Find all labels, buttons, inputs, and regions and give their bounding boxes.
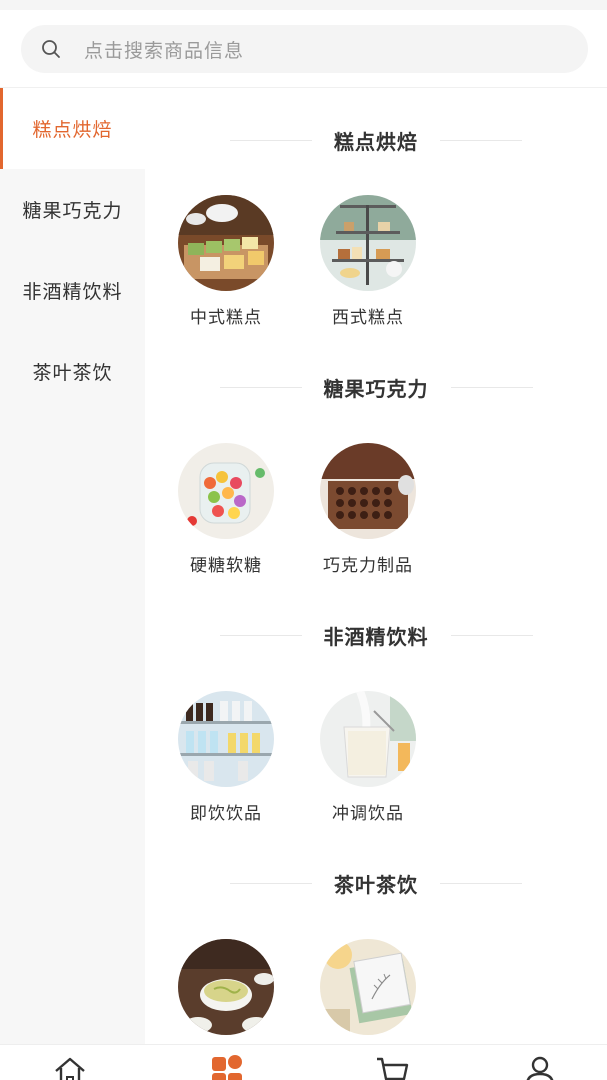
tab-profile[interactable] bbox=[520, 1055, 560, 1080]
section-title-text: 非酒精饮料 bbox=[323, 624, 429, 649]
search-placeholder: 点击搜索商品信息 bbox=[84, 39, 245, 62]
divider bbox=[440, 882, 522, 884]
search-header: 点击搜索商品信息 bbox=[0, 10, 607, 88]
divider bbox=[230, 139, 312, 141]
category-label: 冲调饮品 bbox=[332, 804, 404, 824]
sidebar-item-label: 糖果巧克力 bbox=[22, 200, 123, 222]
user-icon bbox=[523, 1055, 557, 1080]
tab-category[interactable] bbox=[207, 1055, 247, 1080]
sidebar-item-label: 糕点烘焙 bbox=[32, 119, 113, 141]
section-title-soft-drinks: 非酒精饮料 bbox=[145, 620, 607, 650]
sidebar-item-candy-chocolate[interactable]: 糖果巧克力 bbox=[0, 169, 145, 250]
tab-home[interactable] bbox=[50, 1055, 90, 1080]
sidebar-item-soft-drinks[interactable]: 非酒精饮料 bbox=[0, 250, 145, 331]
section-title-bakery: 糕点烘焙 bbox=[145, 125, 607, 155]
section-title-text: 茶叶茶饮 bbox=[334, 872, 418, 897]
candy-image bbox=[178, 443, 274, 539]
category-content: 糕点烘焙 中式糕点 西式糕点 糖果巧克力 硬糖软糖 巧克力制品 非酒精饮料 即饮… bbox=[145, 88, 607, 1044]
ready-drinks-image bbox=[178, 691, 274, 787]
category-tea-bags[interactable] bbox=[308, 939, 428, 1035]
sidebar-item-tea[interactable]: 茶叶茶饮 bbox=[0, 331, 145, 412]
tea-leaves-image bbox=[178, 939, 274, 1035]
category-chinese-pastry[interactable]: 中式糕点 bbox=[166, 195, 286, 328]
bottom-tab-bar bbox=[0, 1044, 607, 1080]
status-bar-strip bbox=[0, 0, 607, 10]
category-label: 巧克力制品 bbox=[323, 556, 413, 576]
search-input[interactable]: 点击搜索商品信息 bbox=[21, 25, 588, 73]
section-title-candy-chocolate: 糖果巧克力 bbox=[145, 372, 607, 402]
sidebar-item-label: 茶叶茶饮 bbox=[32, 362, 113, 384]
western-pastry-image bbox=[320, 195, 416, 291]
category-chocolate-products[interactable]: 巧克力制品 bbox=[308, 443, 428, 576]
divider bbox=[450, 634, 533, 636]
section-title-text: 糕点烘焙 bbox=[334, 129, 418, 154]
home-icon bbox=[53, 1055, 87, 1080]
cart-icon bbox=[375, 1055, 409, 1080]
category-tea-leaves[interactable] bbox=[166, 939, 286, 1044]
divider bbox=[219, 386, 302, 388]
divider bbox=[219, 634, 302, 636]
divider bbox=[450, 386, 533, 388]
search-icon bbox=[40, 38, 62, 60]
category-ready-drinks[interactable]: 即饮饮品 bbox=[166, 691, 286, 824]
category-label: 即饮饮品 bbox=[190, 804, 262, 824]
tab-cart[interactable] bbox=[372, 1055, 412, 1080]
sidebar-item-bakery[interactable]: 糕点烘焙 bbox=[0, 88, 145, 169]
category-western-pastry[interactable]: 西式糕点 bbox=[308, 195, 428, 328]
section-title-text: 糖果巧克力 bbox=[323, 376, 429, 401]
category-sidebar: 糕点烘焙 糖果巧克力 非酒精饮料 茶叶茶饮 bbox=[0, 88, 145, 1044]
category-label: 西式糕点 bbox=[332, 308, 404, 328]
sidebar-item-label: 非酒精饮料 bbox=[22, 281, 123, 303]
category-label: 硬糖软糖 bbox=[190, 556, 262, 576]
category-mixing-drinks[interactable]: 冲调饮品 bbox=[308, 691, 428, 824]
chocolate-image bbox=[320, 443, 416, 539]
divider bbox=[440, 139, 522, 141]
category-icon bbox=[210, 1055, 244, 1080]
section-title-tea: 茶叶茶饮 bbox=[145, 868, 607, 898]
tea-bags-image bbox=[320, 939, 416, 1035]
divider bbox=[230, 882, 312, 884]
mixing-drinks-image bbox=[320, 691, 416, 787]
chinese-pastry-image bbox=[178, 195, 274, 291]
category-label: 中式糕点 bbox=[190, 308, 262, 328]
category-hard-soft-candy[interactable]: 硬糖软糖 bbox=[166, 443, 286, 576]
